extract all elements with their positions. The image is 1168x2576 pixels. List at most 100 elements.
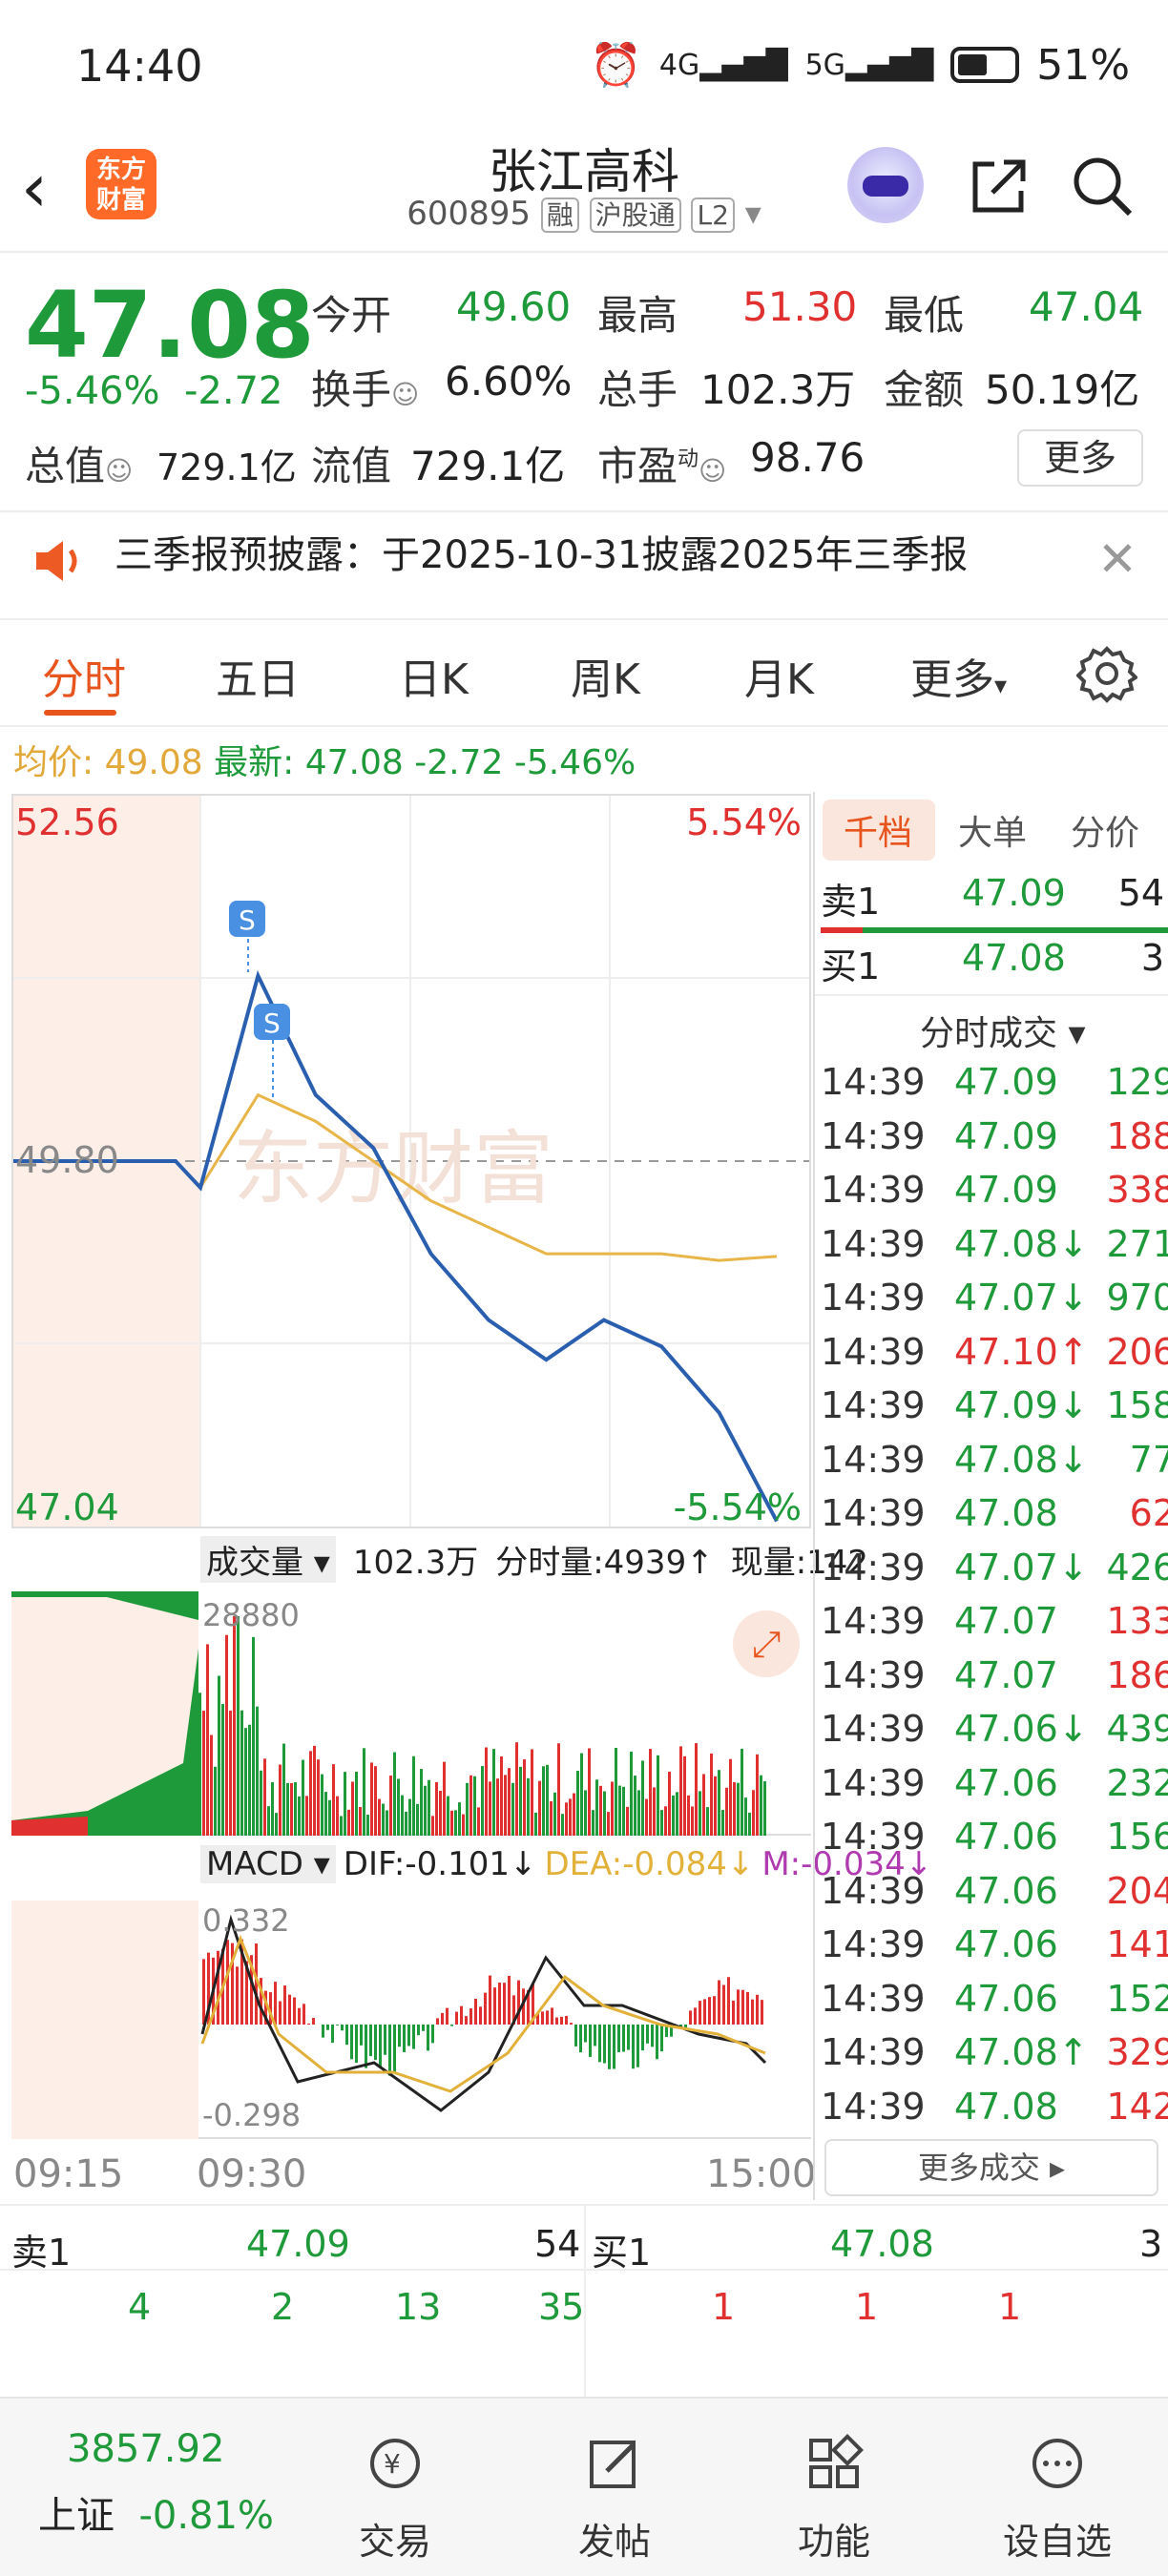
macd-bar [283,1985,286,2025]
tick-time: 14:39 [821,2031,926,2073]
notice-bar[interactable]: 三季报预披露：于2025-10-31披露2025年三季报 ✕ [0,510,1168,620]
macd-bar [441,2012,444,2025]
macd-bar [632,2025,635,2069]
sell-signal-marker[interactable]: S [254,1004,290,1101]
more-button[interactable]: 更多 [1017,429,1143,487]
volume-bar [515,1742,518,1836]
intraday-price-chart[interactable]: 东方财富 S S 52.56 5.54% 49.80 47.04 -5.54% [11,794,811,1528]
volume-bar [630,1751,633,1836]
tab-more[interactable]: 更多▾ [910,645,1007,706]
volume-bar [653,1787,656,1836]
volume-bar [473,1776,476,1836]
dropdown-icon[interactable]: ▾ [745,195,761,233]
tab-daily-k[interactable]: 日K [399,645,469,706]
macd-bar [455,2011,458,2025]
tab-monthly-k[interactable]: 月K [744,645,814,706]
macd-bar [651,2025,654,2047]
share-icon[interactable] [966,153,1032,219]
tab-depth[interactable]: 千档 [844,805,912,855]
macd-bar [369,2025,372,2057]
tab-intraday[interactable]: 分时 [42,645,126,706]
macd-bar [598,2025,601,2063]
volume-bar [744,1797,747,1836]
index-value[interactable]: 3857.92 [67,2427,224,2471]
ask-queue-item: 2 [271,2286,295,2328]
tick-volume: 329 [1106,2031,1168,2073]
macd-bar [646,2025,649,2044]
volume-bar [603,1791,606,1836]
float-value: 729.1亿 [410,443,566,489]
ask-bid-ratio-bar [821,927,1168,933]
tick-price: 47.08↓ [954,1222,1089,1265]
volume-selector[interactable]: 成交量 ▾ [200,1536,336,1583]
signal-4g-icon: 4G▂▄▆█ [658,48,788,82]
tick-time: 14:39 [821,1869,926,1912]
ticks-title[interactable]: 分时成交 ▾ [920,1006,1086,1055]
tab-weekly-k[interactable]: 周K [571,645,640,706]
tab-big-orders[interactable]: 大单 [958,805,1027,855]
status-icons: ⏰ 4G▂▄▆█ 5G▂▄▆█ 51% [590,40,1130,91]
settings-gear-icon[interactable] [1076,643,1137,704]
tick-volume: 232 [1106,1761,1168,1804]
volume-bar [588,1748,591,1836]
back-button[interactable]: ‹ [21,155,78,221]
tick-volume: 129 [1106,1061,1168,1103]
sell-signal-marker[interactable]: S [229,901,265,972]
tick-volume: 141 [1106,1923,1168,1965]
more-trades-button[interactable]: 更多成交 ▸ [824,2139,1158,2196]
pe-value: 98.76 [750,434,866,481]
nav-trade[interactable]: ¥ 交易 [309,2433,481,2565]
volume-chart[interactable]: 28880 ⤢ [11,1591,811,1836]
nav-add-watchlist[interactable]: 设自选 [971,2433,1143,2565]
volume-bar [622,1786,625,1836]
volume-bar [233,1616,236,1836]
nav-functions[interactable]: 功能 [748,2433,920,2565]
stock-header: 张江高科 600895 融 沪股通 L2 ▾ ‹ 东方 财富 [0,134,1168,253]
macd-bar [508,1975,511,2025]
trade-tick-row: 14:39 47.08↓ 271 [821,1223,1168,1278]
macd-bar [756,1994,759,2025]
search-icon[interactable] [1069,153,1136,219]
tick-volume: 152 [1106,1977,1168,2020]
macd-chart[interactable]: 0.332 -0.298 [11,1901,811,2139]
trade-tick-row: 14:39 47.09 129 [821,1061,1168,1115]
volume-bar [714,1776,717,1836]
macd-bar [699,2001,701,2025]
volume-bar [252,1636,255,1836]
volume-bar [569,1798,572,1836]
tab-price-dist[interactable]: 分价 [1071,805,1139,855]
assistant-robot-icon[interactable] [847,147,924,223]
volume-bar [282,1743,285,1836]
volume-bar [664,1806,667,1836]
volume-bar [420,1769,423,1836]
alarm-icon: ⏰ [590,41,642,90]
volume-bar [729,1758,732,1836]
more-dots-icon [1032,2439,1082,2488]
tab-active-indicator [44,710,116,716]
expand-icon[interactable]: ⤢ [733,1610,800,1677]
turnover-label: 换手☺ [311,366,420,413]
macd-bar [322,2025,324,2038]
volume-bar [481,1766,484,1836]
volume-bar [553,1792,556,1836]
tick-price: 47.08↑ [954,2031,1089,2073]
volume-bar [290,1782,293,1836]
volume-bar [634,1776,636,1836]
volume-bar [240,1710,243,1836]
tick-time: 14:39 [821,2085,926,2128]
tick-volume: 62 [1129,1492,1168,1534]
index-name-line[interactable]: 上证 -0.81% [38,2484,274,2540]
volume-bar [561,1814,564,1836]
trade-icon: ¥ [370,2439,420,2488]
macd-dea: DEA:-0.084↓ [544,1845,755,1883]
macd-bar [751,1999,754,2025]
volume-bar [359,1806,362,1836]
macd-selector[interactable]: MACD ▾ [200,1845,336,1883]
close-icon[interactable]: ✕ [1097,531,1137,587]
volume-bar [466,1782,469,1836]
book-ask-price: 47.09 [246,2223,350,2265]
high-value: 51.30 [742,283,858,330]
tab-five-day[interactable]: 五日 [216,645,300,706]
speaker-icon [36,541,77,581]
nav-post[interactable]: 发帖 [529,2433,700,2565]
